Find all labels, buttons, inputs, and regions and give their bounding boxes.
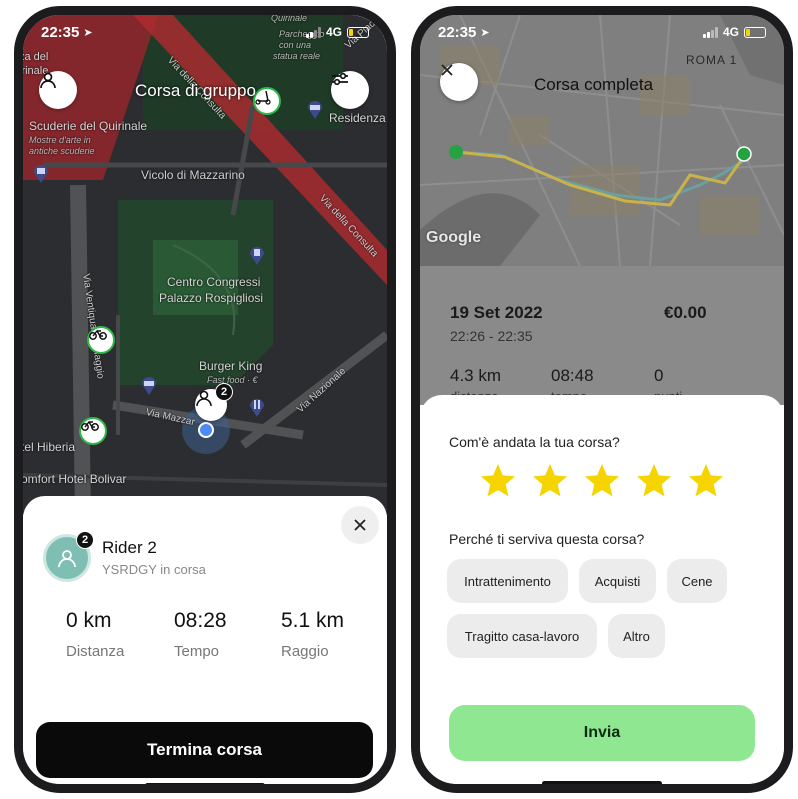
home-indicator: [542, 781, 662, 784]
star-icon[interactable]: [530, 461, 570, 501]
ride-route-map[interactable]: Google ROMA 1 Corsa completa: [420, 15, 784, 266]
star-icon[interactable]: [478, 461, 518, 501]
close-summary-button[interactable]: [440, 63, 478, 101]
map-label-residenza: Residenza: [329, 111, 386, 125]
street-label: Vicolo di Mazzarino: [141, 168, 245, 182]
star-icon[interactable]: [686, 461, 726, 501]
rating-sheet: Com'è andata la tua corsa? Perché ti ser…: [420, 395, 784, 784]
stat-radius-value: 5.1 km: [281, 609, 345, 632]
person-icon: [58, 550, 76, 568]
user-icon: [40, 72, 56, 89]
rating-question: Com'è andata la tua corsa?: [449, 434, 620, 450]
signal-icon: [702, 26, 718, 38]
status-time: 22:35: [41, 23, 80, 41]
map-label-parking: statua reale: [273, 51, 321, 61]
map-label-scuderie: Scuderie del Quirinale: [29, 119, 148, 133]
museum-pin-icon[interactable]: [33, 163, 49, 183]
end-ride-button[interactable]: Termina corsa: [36, 722, 373, 778]
person-icon: [196, 390, 212, 407]
submit-button[interactable]: Invia: [449, 705, 755, 761]
filters-button[interactable]: [331, 71, 369, 109]
battery-icon: [744, 26, 766, 38]
hotel-pin-icon[interactable]: [141, 375, 157, 395]
scooter-pin-icon[interactable]: [253, 87, 281, 115]
avatar-badge: 2: [76, 531, 94, 549]
hotel-pin-icon[interactable]: [307, 99, 323, 119]
phone-left: Scuderie del Quirinale Mostre d'arte in …: [14, 6, 396, 793]
status-bar: 22:35 ➤ 4G: [23, 15, 387, 49]
stat-time-label: Tempo: [174, 643, 220, 660]
map-label-hotel-hiberia: tel Hiberia: [23, 440, 76, 454]
rider-marker[interactable]: 2: [195, 383, 233, 421]
map-label-burger-king: Burger King: [199, 359, 263, 373]
map-title: Corsa di gruppo: [135, 81, 256, 100]
map-watermark: Google: [426, 229, 482, 246]
rider-status: YSRDGY in corsa: [102, 562, 206, 577]
chip-entertainment[interactable]: Intrattenimento: [447, 559, 568, 603]
status-bar: 22:35 ➤ 4G: [420, 15, 784, 49]
rider-name: Rider 2: [102, 538, 157, 557]
stat-radius-label: Raggio: [281, 643, 329, 660]
close-icon: [354, 519, 366, 531]
location-arrow-icon: ➤: [480, 26, 490, 39]
stat-distance-value: 0 km: [66, 609, 112, 632]
ride-date: 19 Set 2022: [450, 303, 543, 322]
battery-icon: [347, 26, 369, 38]
home-indicator: [145, 783, 265, 784]
stat-distance-label: Distanza: [66, 643, 125, 660]
chip-shopping[interactable]: Acquisti: [579, 559, 656, 603]
map-label-roma: ROMA 1: [686, 53, 738, 67]
group-ride-map[interactable]: Scuderie del Quirinale Mostre d'arte in …: [23, 15, 387, 515]
chip-dinners[interactable]: Cene: [667, 559, 727, 603]
ride-distance: 4.3 km: [450, 366, 502, 385]
rider-count-badge: 2: [215, 383, 233, 401]
sliders-icon: [332, 72, 348, 86]
map-label-quirinale-top: za del: [23, 51, 49, 63]
ride-time-range: 22:26 - 22:35: [450, 328, 533, 344]
avatar: 2: [43, 531, 94, 582]
bike-pin-icon[interactable]: [87, 326, 115, 354]
rider-info-sheet: 2 Rider 2 YSRDGY in corsa 0 km Distanza …: [23, 496, 387, 784]
phone-right: Google ROMA 1 Corsa completa 19 Set 2022…: [411, 6, 793, 793]
star-icon[interactable]: [634, 461, 674, 501]
network-type: 4G: [325, 25, 342, 39]
profile-button[interactable]: [39, 71, 77, 109]
location-arrow-icon: ➤: [83, 26, 93, 39]
map-label-hotel-bolivar: omfort Hotel Bolivar: [23, 472, 127, 486]
map-label-scuderie-sub: Mostre d'arte in: [29, 135, 91, 145]
status-time: 22:35: [438, 23, 477, 41]
map-label-centro: Palazzo Rospigliosi: [159, 291, 264, 305]
map-label-centro: Centro Congressi: [167, 275, 261, 289]
ride-duration: 08:48: [551, 366, 594, 385]
reason-question: Perché ti serviva questa corsa?: [449, 531, 645, 547]
chip-other[interactable]: Altro: [608, 614, 665, 658]
ride-count: 0: [654, 366, 664, 385]
map-label-burger-king-sub: Fast food · €: [207, 375, 258, 385]
signal-icon: [305, 26, 321, 38]
stat-time-value: 08:28: [174, 609, 227, 632]
landmark-pin-icon[interactable]: [249, 245, 265, 265]
close-icon: [441, 64, 453, 76]
network-type: 4G: [722, 25, 739, 39]
map-title: Corsa completa: [534, 75, 654, 94]
star-icon[interactable]: [582, 461, 622, 501]
chip-commute[interactable]: Tragitto casa-lavoro: [447, 614, 597, 658]
bike-pin-icon[interactable]: [79, 417, 107, 445]
close-sheet-button[interactable]: [341, 506, 379, 544]
ride-price: €0.00: [664, 303, 707, 322]
ride-summary-backdrop: Google ROMA 1 Corsa completa 19 Set 2022…: [420, 15, 784, 405]
restaurant-pin-icon[interactable]: [249, 397, 265, 417]
map-label-scuderie-sub: antiche scuderie: [29, 146, 95, 156]
